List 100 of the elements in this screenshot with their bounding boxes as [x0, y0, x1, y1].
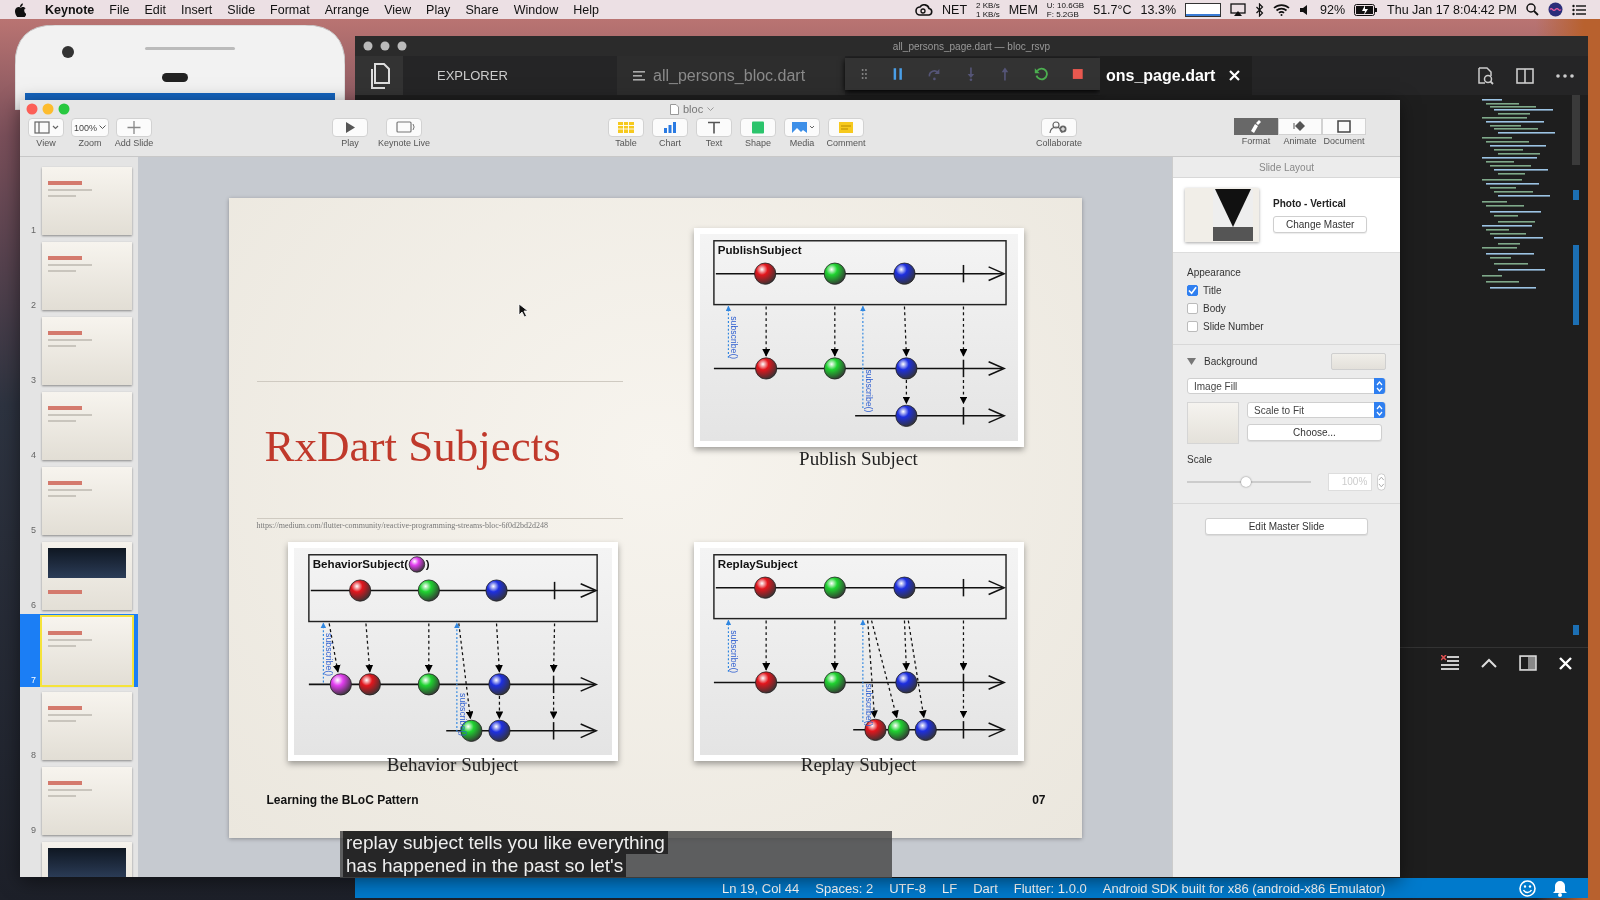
clear-output-icon[interactable]: [1441, 655, 1459, 671]
subscribe-label: subscribe(): [863, 683, 874, 727]
window-title: bloc: [683, 103, 704, 115]
subscribe-label: subscribe(): [457, 693, 468, 737]
layout-name: Photo - Vertical: [1273, 197, 1347, 209]
search-icon[interactable]: [1526, 3, 1539, 16]
menu-item[interactable]: Share: [465, 2, 499, 17]
chevron-up-icon[interactable]: [1481, 658, 1497, 668]
memory-used: U: 10.6GB: [1046, 0, 1085, 10]
edit-master-slide-button[interactable]: Edit Master Slide: [1205, 518, 1368, 535]
more-icon[interactable]: [1556, 73, 1574, 78]
choose-button[interactable]: Choose...: [1247, 424, 1382, 441]
section-label: Appearance: [1187, 267, 1242, 278]
window-title: all_persons_page.dart — bloc_rsvp: [892, 40, 1051, 52]
stop-icon[interactable]: [1072, 67, 1084, 81]
files-icon[interactable]: [368, 62, 390, 89]
diagram-title: PublishSubject: [717, 243, 802, 257]
airplay-icon[interactable]: [1230, 3, 1246, 16]
menu-item[interactable]: Window: [513, 2, 559, 17]
slide-list-item[interactable]: 2: [20, 239, 138, 312]
status-bar-item[interactable]: Android SDK built for x86 (android-x86 Emulator): [1102, 880, 1386, 896]
document-icon: [670, 103, 679, 115]
checkbox[interactable]: [1187, 285, 1198, 296]
change-master-button[interactable]: Change Master: [1273, 215, 1368, 233]
source-url: https://medium.com/flutter-community/reactive-programming-streams-bloc-6f0d2bd2d248: [256, 521, 549, 530]
status-bar-item[interactable]: Dart: [973, 880, 998, 896]
diagram-caption: Replay Subject: [799, 754, 918, 776]
temperature-reading: 51.7°C: [1093, 2, 1132, 17]
list-icon: [633, 69, 645, 82]
bell-icon[interactable]: [1552, 879, 1568, 897]
menu-item[interactable]: Insert: [181, 2, 213, 17]
slide-number: 1: [30, 225, 36, 235]
menu-item[interactable]: Keynote: [45, 2, 95, 17]
slide-list-item[interactable]: 7: [20, 614, 138, 687]
checkbox-label: Body: [1203, 303, 1226, 314]
cpu-graph-icon: [1185, 2, 1221, 17]
close-icon[interactable]: [1559, 656, 1572, 670]
pause-icon[interactable]: [891, 66, 904, 82]
menu-item[interactable]: View: [384, 2, 412, 17]
slide-list-item[interactable]: 3: [20, 314, 138, 387]
status-bar-item[interactable]: LF: [942, 880, 958, 896]
net-label: NET: [942, 2, 968, 17]
toolbar-button[interactable]: Collaborate: [1036, 118, 1083, 148]
subscribe-label: subscribe(): [323, 633, 334, 677]
dropdown[interactable]: Scale to Fit: [1247, 402, 1386, 418]
window-controls-icon[interactable]: [363, 41, 407, 51]
slide-list-item[interactable]: 5: [20, 464, 138, 537]
status-bar-item[interactable]: Flutter: 1.0.0: [1013, 880, 1087, 896]
menu-item[interactable]: Format: [270, 2, 310, 17]
slide-number: 9: [30, 825, 36, 835]
notification-list-icon[interactable]: [1572, 3, 1586, 16]
slide-list-item[interactable]: 8: [20, 689, 138, 762]
editor-tab[interactable]: ons_page.dart: [1100, 56, 1253, 95]
status-bar-item[interactable]: UTF-8: [889, 880, 926, 896]
slide-number: 4: [30, 450, 36, 460]
disclosure-triangle-icon[interactable]: [1187, 357, 1196, 366]
apple-icon[interactable]: [14, 2, 26, 17]
slide-number: 07: [1032, 793, 1046, 807]
color-well[interactable]: [1331, 353, 1386, 370]
panel-layout-icon[interactable]: [1519, 655, 1537, 671]
slide-number: 2: [30, 300, 36, 310]
menu-item[interactable]: File: [109, 2, 130, 17]
section-label: Background: [1204, 356, 1258, 367]
battery-icon[interactable]: [1354, 3, 1379, 16]
menu-item[interactable]: Help: [573, 2, 599, 17]
slide-number: 5: [30, 525, 36, 535]
restart-icon[interactable]: [1033, 65, 1049, 83]
grip-icon[interactable]: [861, 67, 868, 81]
sidebar-title: EXPLORER: [437, 68, 508, 83]
document-search-icon[interactable]: [1476, 66, 1494, 85]
smiley-icon[interactable]: [1519, 879, 1536, 897]
dropdown[interactable]: Image Fill: [1187, 378, 1386, 394]
wifi-icon[interactable]: [1273, 3, 1290, 16]
menu-item[interactable]: Slide: [227, 2, 256, 17]
slide-list-item[interactable]: 9: [20, 764, 138, 837]
checkbox[interactable]: [1187, 321, 1198, 332]
split-editor-icon[interactable]: [1516, 67, 1534, 84]
menu-item[interactable]: Arrange: [324, 2, 370, 17]
slide-list-item[interactable]: 6: [20, 539, 138, 612]
slide-number: 6: [30, 600, 36, 610]
menu-item[interactable]: Play: [426, 2, 451, 17]
status-bar-item[interactable]: Ln 19, Col 44: [722, 880, 800, 896]
status-bar-item[interactable]: Spaces: 2: [815, 880, 874, 896]
clock: Thu Jan 17 8:04:42 PM: [1387, 2, 1517, 17]
slide-list-item[interactable]: 1: [20, 164, 138, 237]
panel-title: Slide Layout: [1258, 161, 1314, 173]
marble-icon: [408, 556, 425, 573]
bluetooth-icon[interactable]: [1255, 2, 1264, 17]
slide-number: 7: [30, 675, 36, 685]
cpu-reading: 13.3%: [1140, 2, 1176, 17]
menu-item[interactable]: Edit: [144, 2, 167, 17]
close-icon[interactable]: [1229, 70, 1241, 81]
editor-tab[interactable]: all_persons_bloc.dart: [617, 56, 845, 95]
slide-footer: Learning the BLoC Pattern: [266, 793, 419, 807]
checkbox[interactable]: [1187, 303, 1198, 314]
closing-parenthesis: ): [425, 557, 429, 571]
slide-list-item[interactable]: 4: [20, 389, 138, 462]
mouse-pointer-icon: [517, 303, 528, 318]
toolbar-button[interactable]: Keynote Live: [378, 118, 431, 148]
battery-percentage: 92%: [1320, 2, 1346, 17]
